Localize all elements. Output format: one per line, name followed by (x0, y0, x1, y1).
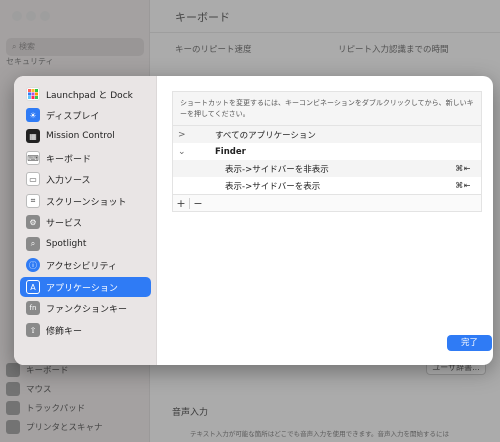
category-keyboard[interactable]: ⌨ キーボード (20, 148, 151, 168)
row-label: すべてのアプリケーション (215, 130, 316, 141)
remove-button[interactable]: − (190, 197, 206, 210)
shortcut-category-list: Launchpad と Dock ☀ ディスプレイ ▦ Mission Cont… (14, 76, 157, 365)
keyboard-shortcuts-sheet: Launchpad と Dock ☀ ディスプレイ ▦ Mission Cont… (14, 76, 493, 365)
chevron-right-icon[interactable]: > (178, 130, 186, 140)
services-icon: ⚙ (26, 215, 40, 229)
category-function-keys[interactable]: fn ファンクションキー (20, 298, 151, 318)
category-label: 入力ソース (46, 175, 91, 186)
shortcut-detail-pane: ショートカットを変更するには、キーコンビネーションをダブルクリックしてから、新し… (157, 76, 493, 365)
row-label: 表示->サイドバーを非表示 (225, 164, 329, 175)
row-label: 表示->サイドバーを表示 (225, 181, 321, 192)
accessibility-icon: ⓘ (26, 258, 40, 272)
table-row-shortcut[interactable]: 表示->サイドバーを表示 ⌘⇤ (173, 177, 481, 194)
add-remove-bar: + − (173, 194, 481, 211)
screenshot-icon: ⌗ (26, 194, 40, 208)
launchpad-icon (26, 87, 40, 101)
category-launchpad-dock[interactable]: Launchpad と Dock (20, 84, 151, 104)
shortcut-table: > すべてのアプリケーション ⌄ Finder 表示->サイドバーを非表示 ⌘⇤… (172, 125, 482, 212)
category-modifier-keys[interactable]: ⇧ 修飾キー (20, 320, 151, 340)
keyboard-icon: ⌨ (26, 151, 40, 165)
category-label: アクセシビリティ (46, 261, 118, 272)
table-row-all-applications[interactable]: > すべてのアプリケーション (173, 126, 481, 143)
category-applications[interactable]: A アプリケーション (20, 277, 151, 297)
category-label: サービス (46, 218, 83, 229)
modifier-key-icon: ⇧ (26, 323, 40, 337)
category-spotlight[interactable]: ⌕ Spotlight (20, 234, 151, 254)
category-label: キーボード (46, 154, 92, 165)
shortcut-keys[interactable]: ⌘⇤ (455, 164, 471, 173)
input-source-icon: ▭ (26, 172, 40, 186)
category-label: アプリケーション (46, 283, 118, 294)
app-store-icon: A (26, 280, 40, 294)
category-label: 修飾キー (46, 326, 83, 337)
category-mission-control[interactable]: ▦ Mission Control (20, 126, 151, 146)
done-button[interactable]: 完了 (447, 335, 492, 351)
table-row-shortcut[interactable]: 表示->サイドバーを非表示 ⌘⇤ (173, 160, 481, 177)
category-screenshot[interactable]: ⌗ スクリーンショット (20, 191, 151, 211)
category-accessibility[interactable]: ⓘ アクセシビリティ (20, 255, 151, 275)
add-button[interactable]: + (173, 197, 189, 210)
mission-control-icon: ▦ (26, 129, 40, 143)
category-display[interactable]: ☀ ディスプレイ (20, 105, 151, 125)
category-label: スクリーンショット (46, 197, 127, 208)
chevron-down-icon[interactable]: ⌄ (178, 147, 186, 157)
spotlight-icon: ⌕ (26, 237, 40, 251)
category-label: ディスプレイ (46, 111, 100, 122)
display-icon: ☀ (26, 108, 40, 122)
shortcut-keys[interactable]: ⌘⇤ (455, 181, 471, 190)
table-row-finder[interactable]: ⌄ Finder (173, 143, 481, 160)
function-key-icon: fn (26, 301, 40, 315)
category-services[interactable]: ⚙ サービス (20, 212, 151, 232)
instructions-text: ショートカットを変更するには、キーコンビネーションをダブルクリックしてから、新し… (172, 91, 482, 125)
category-label: Launchpad と Dock (46, 90, 133, 101)
row-label: Finder (215, 146, 246, 157)
category-label: Mission Control (46, 131, 115, 141)
category-label: Spotlight (46, 239, 87, 249)
category-label: ファンクションキー (46, 304, 128, 315)
category-input-source[interactable]: ▭ 入力ソース (20, 169, 151, 189)
